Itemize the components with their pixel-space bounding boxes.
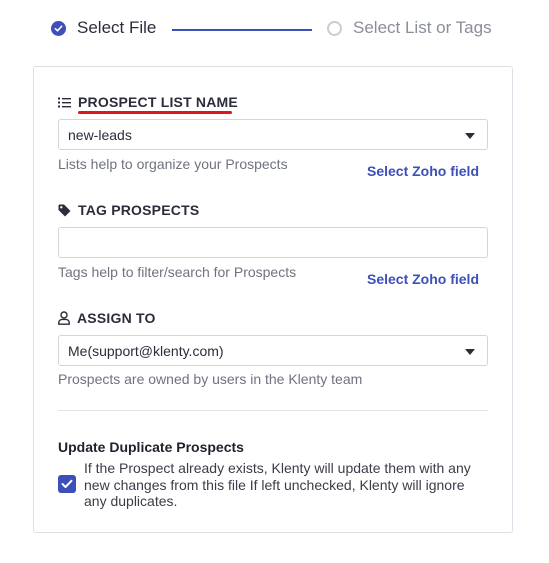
prospect-list-help: Lists help to organize your Prospects	[58, 156, 288, 172]
update-duplicates-checkbox[interactable]	[58, 475, 76, 493]
prospect-list-title: PROSPECT LIST NAME	[78, 94, 238, 110]
assign-to-title: ASSIGN TO	[77, 310, 156, 326]
duplicates-description: If the Prospect already exists, Klenty w…	[84, 460, 471, 509]
step-connector	[172, 29, 312, 31]
prospect-list-header: PROSPECT LIST NAME	[58, 94, 238, 110]
prospect-list-value: new-leads	[68, 127, 132, 143]
tag-prospects-help: Tags help to filter/search for Prospects	[58, 264, 297, 280]
circle-icon	[327, 20, 342, 36]
user-icon	[58, 311, 70, 325]
assign-to-header: ASSIGN TO	[58, 310, 156, 326]
tag-prospects-header: TAG PROSPECTS	[58, 202, 199, 218]
tag-prospects-title: TAG PROSPECTS	[78, 202, 200, 218]
import-settings-card: PROSPECT LIST NAME new-leads Lists help …	[33, 66, 513, 533]
check-circle-icon	[51, 20, 66, 36]
step-label: Select File	[77, 18, 157, 37]
list-icon	[58, 97, 71, 108]
assign-to-select[interactable]: Me(support@klenty.com)	[58, 335, 488, 366]
step-select-list-or-tags[interactable]: Select List or Tags	[327, 18, 492, 38]
assign-to-help: Prospects are owned by users in the Klen…	[58, 371, 363, 387]
tag-icon	[58, 204, 71, 217]
checkmark-icon	[61, 479, 73, 488]
assign-to-value: Me(support@klenty.com)	[68, 343, 224, 359]
prospect-list-zoho-link[interactable]: Select Zoho field	[367, 163, 479, 179]
annotation-underline	[78, 111, 232, 114]
prospect-list-select[interactable]: new-leads	[58, 119, 488, 150]
tag-prospects-input[interactable]	[58, 227, 488, 258]
chevron-down-icon	[465, 133, 475, 139]
chevron-down-icon	[465, 349, 475, 355]
divider	[58, 410, 488, 411]
step-select-file[interactable]: Select File	[51, 18, 156, 38]
step-label: Select List or Tags	[353, 18, 492, 37]
stepper: Select File Select List or Tags	[0, 0, 549, 60]
duplicates-title: Update Duplicate Prospects	[58, 439, 244, 455]
tag-prospects-zoho-link[interactable]: Select Zoho field	[367, 271, 479, 287]
